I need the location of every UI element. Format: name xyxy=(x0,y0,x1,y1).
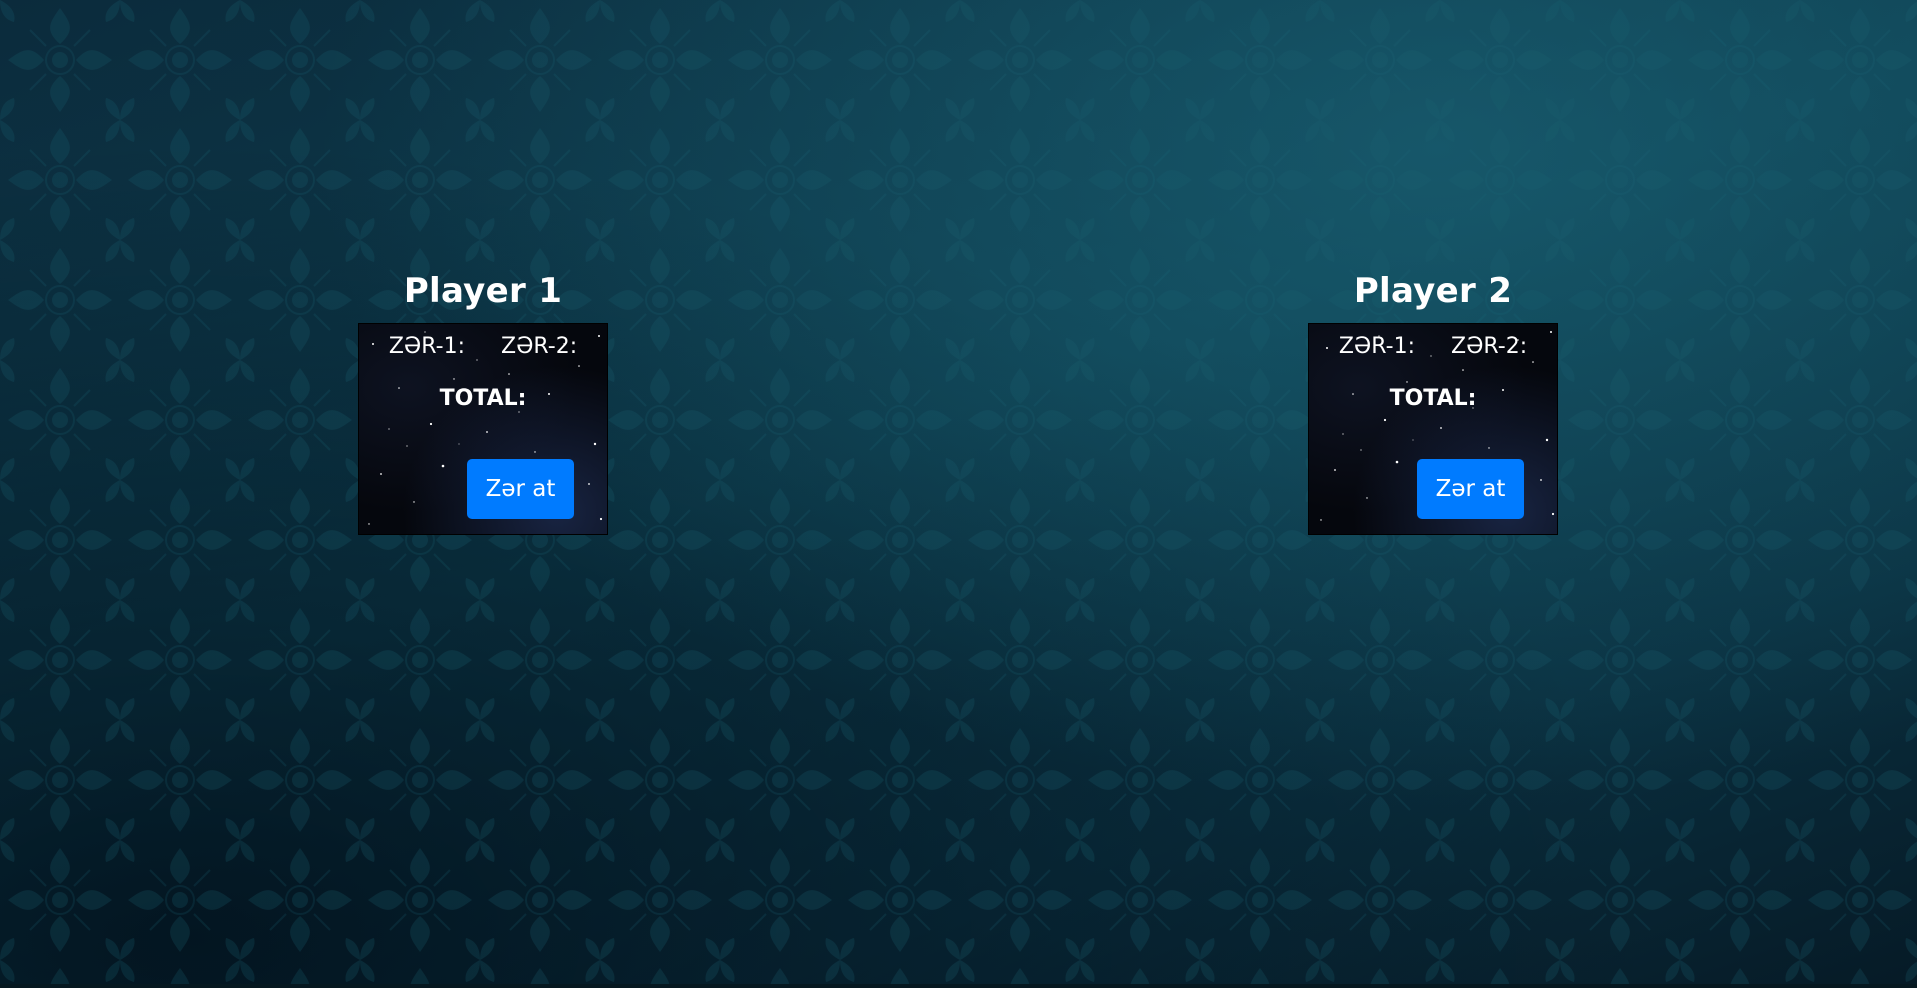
damask-background-pattern xyxy=(0,0,1917,988)
total-label: TOTAL: xyxy=(439,386,527,411)
roll-dice-button[interactable]: Zər at xyxy=(1417,459,1524,519)
bottom-edge xyxy=(0,984,1917,988)
player-1-panel: Player 1 ZƏR-1: ZƏR-2: TOTAL: Zər at xyxy=(358,265,608,535)
roll-dice-button[interactable]: Zər at xyxy=(467,459,574,519)
dice-2-label: ZƏR-2: xyxy=(501,334,578,359)
total-label: TOTAL: xyxy=(1389,386,1477,411)
player-2-panel: Player 2 ZƏR-1: ZƏR-2: TOTAL: Zər at xyxy=(1308,265,1558,535)
dice-card: ZƏR-1: ZƏR-2: TOTAL: Zər at xyxy=(358,323,608,535)
player-title: Player 1 xyxy=(403,271,563,311)
dice-1-label: ZƏR-1: xyxy=(1338,334,1415,359)
dice-1-label: ZƏR-1: xyxy=(388,334,465,359)
dice-values-row: ZƏR-1: ZƏR-2: xyxy=(359,332,607,362)
dice-card: ZƏR-1: ZƏR-2: TOTAL: Zər at xyxy=(1308,323,1558,535)
dice-values-row: ZƏR-1: ZƏR-2: xyxy=(1309,332,1557,362)
player-title: Player 2 xyxy=(1353,271,1513,311)
dice-2-label: ZƏR-2: xyxy=(1451,334,1528,359)
